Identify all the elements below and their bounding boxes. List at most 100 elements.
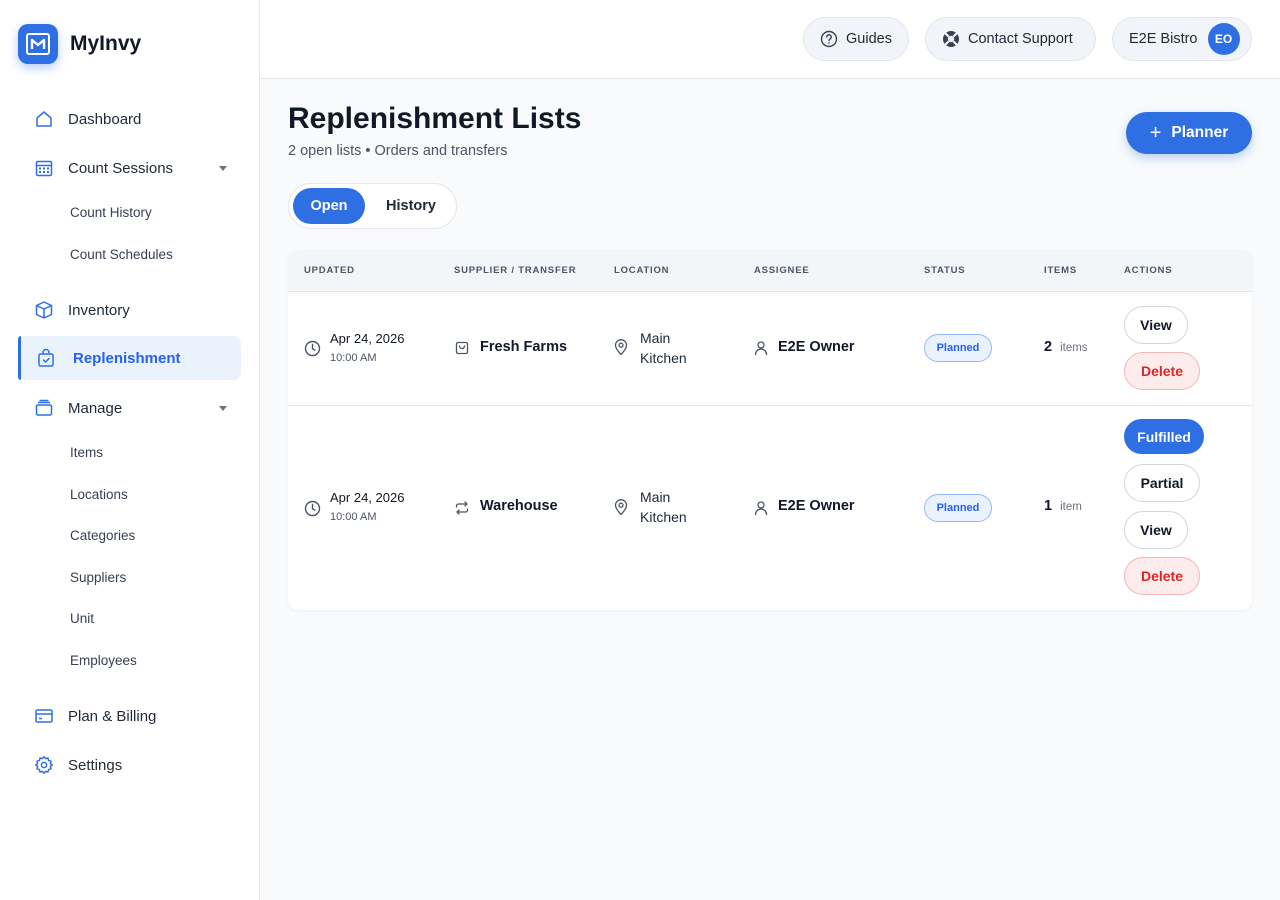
location-line: Kitchen <box>640 509 687 525</box>
sidebar-item-plan-billing[interactable]: Plan & Billing <box>18 694 241 738</box>
tab-history[interactable]: History <box>373 188 449 224</box>
user-icon <box>752 499 770 517</box>
layers-icon <box>34 398 54 418</box>
guides-button[interactable]: Guides <box>803 17 909 61</box>
map-pin-icon <box>612 338 630 356</box>
column-header-status: STATUS <box>924 265 966 276</box>
sidebar-item-replenishment[interactable]: Replenishment <box>18 336 241 380</box>
transfer-arrows-icon <box>453 499 471 517</box>
supplier-name: Fresh Farms <box>480 339 568 355</box>
add-planner-button[interactable]: + Planner <box>1126 112 1252 154</box>
column-header-assignee: ASSIGNEE <box>754 265 810 276</box>
tab-open[interactable]: Open <box>293 188 365 224</box>
column-header-items: ITEMS <box>1044 265 1078 276</box>
assignee-name: E2E Owner <box>778 498 855 514</box>
sidebar-item-label: Replenishment <box>73 349 181 367</box>
chevron-down-icon[interactable] <box>219 406 227 411</box>
credit-card-icon <box>34 706 54 726</box>
updated-time: 10:00 AM <box>330 511 377 523</box>
updated-date: Apr 24, 2026 <box>330 490 405 505</box>
sidebar-subitem-count-schedules[interactable]: Count Schedules <box>70 247 173 262</box>
location-line: Main <box>640 330 671 346</box>
sidebar-subitem-unit[interactable]: Unit <box>70 611 94 626</box>
plus-icon: + <box>1149 122 1162 144</box>
items-cell: 2 items <box>1044 339 1088 355</box>
updated-time: 10:00 AM <box>330 352 377 364</box>
clock-icon <box>303 499 321 517</box>
items-unit: items <box>1060 342 1088 354</box>
column-header-supplier: SUPPLIER / TRANSFER <box>454 265 577 276</box>
brand-logo-icon <box>18 24 58 64</box>
status-badge: Planned <box>924 334 992 362</box>
sidebar-subitem-categories[interactable]: Categories <box>70 528 135 543</box>
sidebar-subitem-count-history[interactable]: Count History <box>70 205 152 220</box>
sidebar-item-label: Settings <box>68 756 123 774</box>
location-cell: Main Kitchen <box>640 328 687 368</box>
sidebar-subitem-suppliers[interactable]: Suppliers <box>70 570 126 585</box>
calendar-icon <box>34 158 54 178</box>
contact-support-label: Contact Support <box>968 31 1073 47</box>
sidebar-item-label: Count Sessions <box>68 159 174 177</box>
sidebar-subitem-locations[interactable]: Locations <box>70 487 128 502</box>
column-header-location: LOCATION <box>614 265 670 276</box>
planner-button-label: Planner <box>1171 124 1229 141</box>
page-subtitle: 2 open lists • Orders and transfers <box>288 143 508 159</box>
sidebar-item-label: Dashboard <box>68 110 142 128</box>
location-line: Main <box>640 489 671 505</box>
map-pin-icon <box>612 498 630 516</box>
brand-name: MyInvy <box>70 32 142 55</box>
avatar[interactable]: EO <box>1207 23 1240 55</box>
items-cell: 1 item <box>1044 498 1082 514</box>
sidebar-item-settings[interactable]: Settings <box>18 743 241 787</box>
fulfilled-button[interactable]: Fulfilled <box>1124 419 1204 454</box>
sidebar-item-manage[interactable]: Manage <box>18 386 241 430</box>
sidebar-item-inventory[interactable]: Inventory <box>18 288 241 332</box>
shopping-bag-icon <box>453 339 471 357</box>
contact-support-button[interactable]: Contact Support <box>925 17 1096 61</box>
sidebar: MyInvy Dashboard Count Sessions Count Hi… <box>0 0 260 900</box>
top-bar: Guides Contact Support E2E Bistro EO <box>260 0 1280 79</box>
items-unit: item <box>1060 501 1082 513</box>
items-count: 1 <box>1044 498 1053 514</box>
sidebar-item-label: Inventory <box>68 301 130 319</box>
partial-button[interactable]: Partial <box>1124 464 1200 502</box>
shopping-bag-icon <box>36 348 56 368</box>
delete-button[interactable]: Delete <box>1124 352 1200 390</box>
org-switcher[interactable]: E2E Bistro EO <box>1112 17 1252 61</box>
column-header-actions: ACTIONS <box>1124 265 1173 276</box>
lifebuoy-icon <box>942 30 960 48</box>
sidebar-subitem-items[interactable]: Items <box>70 445 103 460</box>
chevron-down-icon[interactable] <box>219 166 227 171</box>
updated-cell: Apr 24, 2026 10:00 AM <box>330 490 404 523</box>
updated-cell: Apr 24, 2026 10:00 AM <box>330 331 404 364</box>
org-name: E2E Bistro <box>1129 31 1198 47</box>
user-icon <box>752 339 770 357</box>
view-button[interactable]: View <box>1124 511 1188 549</box>
column-header-updated: UPDATED <box>304 265 355 276</box>
sidebar-item-dashboard[interactable]: Dashboard <box>18 97 241 141</box>
help-circle-icon <box>820 30 838 48</box>
gear-icon <box>34 755 54 775</box>
table-header: UPDATED SUPPLIER / TRANSFER LOCATION ASS… <box>288 250 1252 292</box>
view-button[interactable]: View <box>1124 306 1188 344</box>
updated-date: Apr 24, 2026 <box>330 331 405 346</box>
page-title: Replenishment Lists <box>288 102 582 135</box>
delete-button[interactable]: Delete <box>1124 557 1200 595</box>
box-icon <box>34 300 54 320</box>
home-icon <box>34 109 54 129</box>
sidebar-item-label: Plan & Billing <box>68 707 157 725</box>
clock-icon <box>303 339 321 357</box>
transfer-source: Warehouse <box>480 498 558 514</box>
sidebar-item-label: Manage <box>68 399 123 417</box>
guides-label: Guides <box>846 31 892 47</box>
replenishment-table: UPDATED SUPPLIER / TRANSFER LOCATION ASS… <box>288 250 1252 610</box>
location-line: Kitchen <box>640 350 687 366</box>
sidebar-subitem-employees[interactable]: Employees <box>70 653 137 668</box>
row-divider <box>288 405 1252 406</box>
status-tabs: Open History <box>288 183 457 229</box>
sidebar-item-count-sessions[interactable]: Count Sessions <box>18 146 241 190</box>
brand[interactable]: MyInvy <box>18 24 141 64</box>
assignee-name: E2E Owner <box>778 339 855 355</box>
location-cell: Main Kitchen <box>640 487 687 527</box>
items-count: 2 <box>1044 339 1053 355</box>
